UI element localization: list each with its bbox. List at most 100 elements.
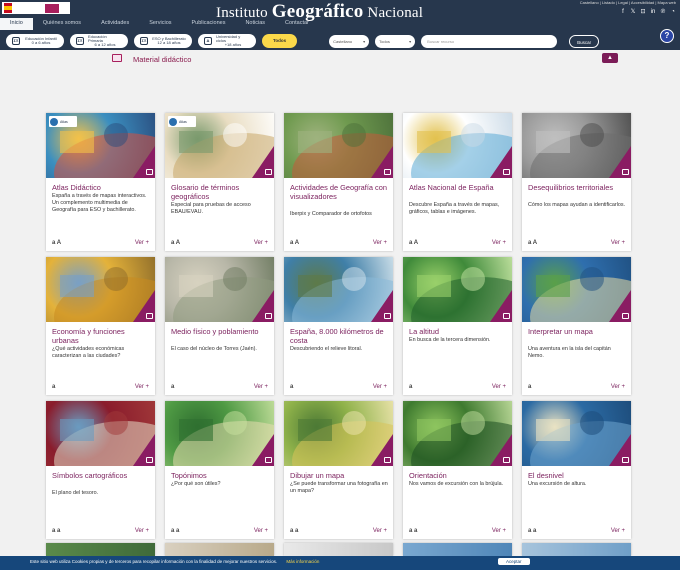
card-title[interactable]: Atlas Didáctico bbox=[52, 183, 152, 192]
card-thumbnail[interactable] bbox=[522, 401, 631, 466]
card-title[interactable]: España, 8.000 kilómetros de costa bbox=[290, 327, 390, 345]
resource-card[interactable]: Atlas Nacional de España Descubre España … bbox=[403, 113, 512, 251]
see-more-link[interactable]: Ver + bbox=[492, 528, 506, 534]
card-title[interactable]: Atlas Nacional de España bbox=[409, 183, 509, 192]
filter-todos-button[interactable]: Todos bbox=[262, 34, 298, 48]
level-icons: a a bbox=[409, 528, 418, 534]
card-title[interactable]: Dibujar un mapa bbox=[290, 471, 390, 480]
filter-infantil-button[interactable]: ΣΞ Educación Infantil 0 a 6 años bbox=[6, 34, 64, 48]
see-more-link[interactable]: Ver + bbox=[492, 384, 506, 390]
card-title[interactable]: Economía y funciones urbanas bbox=[52, 327, 152, 345]
filter-primaria-button[interactable]: ΣΞ Educación Primaria 6 a 12 años bbox=[70, 34, 128, 48]
see-more-link[interactable]: Ver + bbox=[254, 384, 268, 390]
language-select[interactable]: Castellano ▾ bbox=[329, 34, 370, 48]
see-more-link[interactable]: Ver + bbox=[373, 240, 387, 246]
resource-card[interactable]: Orientación Nos vamos de excursión con la… bbox=[403, 401, 512, 539]
see-more-link[interactable]: Ver + bbox=[611, 240, 625, 246]
resource-card[interactable]: Interpretar un mapa Una aventura en la is… bbox=[522, 257, 631, 395]
card-thumbnail[interactable]: Atlas bbox=[165, 113, 274, 178]
rss-icon[interactable]: ◔ bbox=[670, 9, 676, 15]
card-title[interactable]: Interpretar un mapa bbox=[528, 327, 628, 336]
card-partial[interactable] bbox=[522, 543, 631, 556]
nav-publicaciones[interactable]: Publicaciones bbox=[182, 18, 236, 30]
card-thumbnail[interactable] bbox=[284, 257, 393, 322]
see-more-link[interactable]: Ver + bbox=[611, 384, 625, 390]
card-title[interactable]: Actividades de Geografía con visualizado… bbox=[290, 183, 390, 201]
top-links[interactable]: Castellano | Listado | Legal | Accesibil… bbox=[580, 0, 676, 5]
card-thumbnail[interactable] bbox=[46, 401, 155, 466]
card-thumbnail[interactable] bbox=[284, 113, 393, 178]
resource-card[interactable]: Dibujar un mapa ¿Se puede transformar una… bbox=[284, 401, 393, 539]
collapse-button[interactable]: ▲ bbox=[602, 53, 618, 63]
card-partial[interactable] bbox=[46, 543, 155, 556]
book-icon bbox=[503, 313, 510, 319]
book-icon bbox=[265, 457, 272, 463]
see-more-link[interactable]: Ver + bbox=[135, 528, 149, 534]
resource-card[interactable]: La altitud En busca de la tercera dimensi… bbox=[403, 257, 512, 395]
government-logo[interactable] bbox=[2, 2, 70, 14]
filter-universidad-button[interactable]: A Universidad y ciclos +18 años bbox=[198, 34, 256, 48]
card-description: España a través de mapas interactivos. U… bbox=[52, 193, 147, 213]
x-icon[interactable]: 𝕏 bbox=[630, 9, 636, 15]
nav-servicios[interactable]: Servicios bbox=[139, 18, 181, 30]
card-thumbnail[interactable] bbox=[522, 257, 631, 322]
card-title[interactable]: Símbolos cartográficos bbox=[52, 471, 152, 480]
card-title[interactable]: La altitud bbox=[409, 327, 509, 336]
see-more-link[interactable]: Ver + bbox=[373, 384, 387, 390]
see-more-link[interactable]: Ver + bbox=[611, 528, 625, 534]
nav-quienes-somos[interactable]: Quiénes somos bbox=[33, 18, 91, 30]
see-more-link[interactable]: Ver + bbox=[254, 240, 268, 246]
nav-noticias[interactable]: Noticias bbox=[235, 18, 275, 30]
type-select[interactable]: Todos ▾ bbox=[375, 34, 416, 48]
card-title[interactable]: Topónimos bbox=[171, 471, 271, 480]
see-more-link[interactable]: Ver + bbox=[492, 240, 506, 246]
card-title[interactable]: Medio físico y poblamiento bbox=[171, 327, 271, 336]
search-button[interactable]: Buscar bbox=[569, 34, 600, 48]
resource-card[interactable]: Economía y funciones urbanas ¿Qué activid… bbox=[46, 257, 155, 395]
see-more-link[interactable]: Ver + bbox=[135, 240, 149, 246]
pinterest-icon[interactable]: ℗ bbox=[660, 9, 666, 15]
card-title[interactable]: Orientación bbox=[409, 471, 509, 480]
see-more-link[interactable]: Ver + bbox=[373, 528, 387, 534]
card-title[interactable]: Glosario de términos geográficos bbox=[171, 183, 271, 201]
cookie-more-link[interactable]: Más información bbox=[286, 559, 319, 564]
resource-card[interactable]: Desequilibrios territoriales Cómo los map… bbox=[522, 113, 631, 251]
card-thumbnail[interactable]: Atlas bbox=[46, 113, 155, 178]
help-button[interactable]: ? bbox=[660, 29, 674, 43]
book-icon bbox=[384, 457, 391, 463]
see-more-link[interactable]: Ver + bbox=[254, 528, 268, 534]
cookie-accept-button[interactable]: Aceptar bbox=[498, 558, 530, 565]
flickr-icon[interactable]: ⊡ bbox=[640, 9, 646, 15]
card-thumbnail[interactable] bbox=[284, 401, 393, 466]
card-thumbnail[interactable] bbox=[165, 401, 274, 466]
card-thumbnail[interactable] bbox=[46, 257, 155, 322]
nav-actividades[interactable]: Actividades bbox=[91, 18, 139, 30]
resource-card[interactable]: España, 8.000 kilómetros de costa Descubr… bbox=[284, 257, 393, 395]
resource-card[interactable]: Atlas Glosario de términos geográficos Esp… bbox=[165, 113, 274, 251]
nav-inicio[interactable]: Inicio bbox=[0, 18, 33, 30]
card-thumbnail[interactable] bbox=[522, 113, 631, 178]
atlas-badge: Atlas bbox=[49, 116, 77, 127]
card-thumbnail[interactable] bbox=[403, 113, 512, 178]
resource-card[interactable]: El desnivel Una excursión de altura. a a Ve… bbox=[522, 401, 631, 539]
card-partial[interactable] bbox=[284, 543, 393, 556]
resource-card[interactable]: Actividades de Geografía con visualizado… bbox=[284, 113, 393, 251]
facebook-icon[interactable]: f bbox=[620, 9, 626, 15]
card-thumbnail[interactable] bbox=[403, 257, 512, 322]
nav-contactar[interactable]: Contactar bbox=[275, 18, 319, 30]
linkedin-icon[interactable]: in bbox=[650, 9, 656, 15]
resource-card[interactable]: Topónimos ¿Por qué son útiles? a a Ver + bbox=[165, 401, 274, 539]
resource-card[interactable]: Símbolos cartográficos El plano del tesor… bbox=[46, 401, 155, 539]
search-input[interactable]: Buscar recurso bbox=[421, 34, 558, 48]
resource-card[interactable]: Medio físico y poblamiento El caso del nú… bbox=[165, 257, 274, 395]
card-thumbnail[interactable] bbox=[403, 401, 512, 466]
level-icons: a bbox=[409, 384, 413, 390]
card-title[interactable]: El desnivel bbox=[528, 471, 628, 480]
resource-card[interactable]: Atlas Atlas Didáctico España a través de m… bbox=[46, 113, 155, 251]
see-more-link[interactable]: Ver + bbox=[135, 384, 149, 390]
card-title[interactable]: Desequilibrios territoriales bbox=[528, 183, 628, 192]
card-partial[interactable] bbox=[403, 543, 512, 556]
filter-eso-button[interactable]: ΣΞ ESO y Bachillerato 12 a 18 años bbox=[134, 34, 192, 48]
card-partial[interactable] bbox=[165, 543, 274, 556]
card-thumbnail[interactable] bbox=[165, 257, 274, 322]
